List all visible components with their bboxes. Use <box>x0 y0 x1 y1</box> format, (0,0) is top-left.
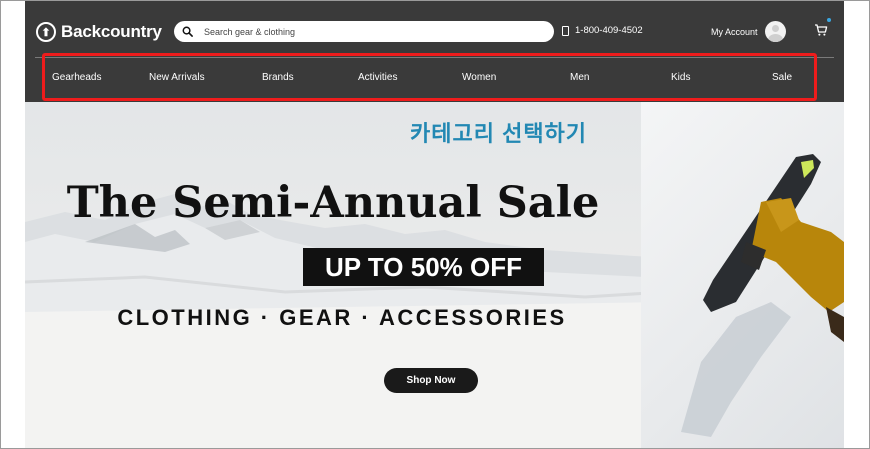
category-highlight-box <box>42 53 817 101</box>
frame-border-left <box>0 0 1 449</box>
account-label: My Account <box>711 26 758 37</box>
phone-contact[interactable]: 1-800-409-4502 <box>562 25 643 36</box>
phone-number: 1-800-409-4502 <box>575 25 643 36</box>
cart-icon[interactable] <box>814 23 828 37</box>
annotation-label: 카테고리 선택하기 <box>410 121 588 146</box>
sale-categories: CLOTHING · GEAR · ACCESSORIES <box>117 305 567 330</box>
sale-headline: The Semi-Annual Sale <box>66 178 600 228</box>
search-input[interactable] <box>202 25 536 38</box>
snowboarder-image <box>681 154 844 437</box>
cart-notification-dot <box>827 18 831 22</box>
shop-now-button[interactable]: Shop Now <box>384 368 478 393</box>
backcountry-logo-icon: ⬆ <box>36 22 56 42</box>
my-account-button[interactable]: My Account <box>711 21 786 42</box>
phone-icon <box>562 25 569 36</box>
avatar-icon <box>764 21 786 42</box>
discount-badge: UP TO 50% OFF <box>303 248 544 286</box>
hero-banner: 카테고리 선택하기 The Semi-Annual Sale UP TO 50%… <box>25 102 844 448</box>
logo-text: Backcountry <box>61 22 162 41</box>
search-icon <box>182 26 193 37</box>
site-header: ⬆ Backcountry 1-800-409-4502 My Account <box>25 1 844 102</box>
logo[interactable]: ⬆ Backcountry <box>36 20 162 44</box>
website: ⬆ Backcountry 1-800-409-4502 My Account <box>25 1 844 448</box>
search-bar[interactable] <box>174 21 554 42</box>
